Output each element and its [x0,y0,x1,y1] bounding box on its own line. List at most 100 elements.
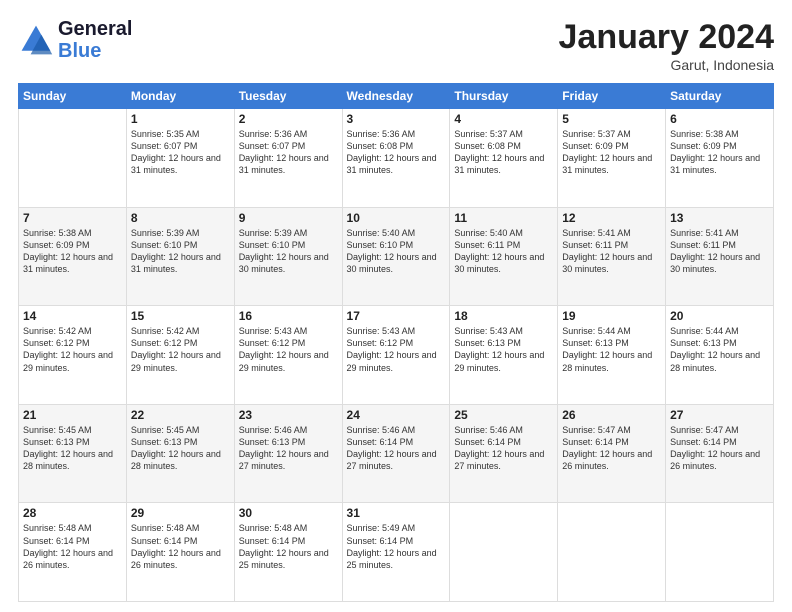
cell-info: Sunrise: 5:43 AMSunset: 6:12 PMDaylight:… [239,325,338,374]
calendar-cell [666,503,774,602]
calendar-header-row: Sunday Monday Tuesday Wednesday Thursday… [19,84,774,109]
cell-info: Sunrise: 5:38 AMSunset: 6:09 PMDaylight:… [670,128,769,177]
day-number: 31 [347,506,446,520]
day-number: 18 [454,309,553,323]
cell-info: Sunrise: 5:39 AMSunset: 6:10 PMDaylight:… [239,227,338,276]
logo: General Blue [18,18,132,62]
cell-info: Sunrise: 5:48 AMSunset: 6:14 PMDaylight:… [239,522,338,571]
cell-info: Sunrise: 5:42 AMSunset: 6:12 PMDaylight:… [23,325,122,374]
cell-info: Sunrise: 5:48 AMSunset: 6:14 PMDaylight:… [131,522,230,571]
calendar-cell: 18 Sunrise: 5:43 AMSunset: 6:13 PMDayligh… [450,306,558,405]
day-number: 20 [670,309,769,323]
calendar-week-row: 14 Sunrise: 5:42 AMSunset: 6:12 PMDayligh… [19,306,774,405]
day-number: 14 [23,309,122,323]
calendar-cell: 29 Sunrise: 5:48 AMSunset: 6:14 PMDayligh… [126,503,234,602]
cell-info: Sunrise: 5:37 AMSunset: 6:09 PMDaylight:… [562,128,661,177]
calendar-cell [558,503,666,602]
calendar-week-row: 1 Sunrise: 5:35 AMSunset: 6:07 PMDaylight… [19,109,774,208]
day-number: 7 [23,211,122,225]
calendar-cell: 31 Sunrise: 5:49 AMSunset: 6:14 PMDayligh… [342,503,450,602]
calendar-cell: 9Sunrise: 5:39 AMSunset: 6:10 PMDaylight… [234,207,342,306]
cell-info: Sunrise: 5:42 AMSunset: 6:12 PMDaylight:… [131,325,230,374]
calendar-cell: 3Sunrise: 5:36 AMSunset: 6:08 PMDaylight… [342,109,450,208]
calendar-cell: 15 Sunrise: 5:42 AMSunset: 6:12 PMDayligh… [126,306,234,405]
calendar-cell: 4Sunrise: 5:37 AMSunset: 6:08 PMDaylight… [450,109,558,208]
calendar-cell: 11Sunrise: 5:40 AMSunset: 6:11 PMDayligh… [450,207,558,306]
day-number: 30 [239,506,338,520]
cell-info: Sunrise: 5:41 AMSunset: 6:11 PMDaylight:… [562,227,661,276]
cell-info: Sunrise: 5:46 AMSunset: 6:13 PMDaylight:… [239,424,338,473]
cell-info: Sunrise: 5:44 AMSunset: 6:13 PMDaylight:… [670,325,769,374]
location-subtitle: Garut, Indonesia [559,57,775,73]
calendar-cell: 16 Sunrise: 5:43 AMSunset: 6:12 PMDayligh… [234,306,342,405]
calendar-cell: 12 Sunrise: 5:41 AMSunset: 6:11 PMDayligh… [558,207,666,306]
cell-info: Sunrise: 5:45 AMSunset: 6:13 PMDaylight:… [23,424,122,473]
day-number: 5 [562,112,661,126]
day-number: 29 [131,506,230,520]
day-number: 28 [23,506,122,520]
day-number: 6 [670,112,769,126]
calendar-week-row: 7 Sunrise: 5:38 AMSunset: 6:09 PMDaylight… [19,207,774,306]
calendar-table: Sunday Monday Tuesday Wednesday Thursday… [18,83,774,602]
calendar-cell: 26 Sunrise: 5:47 AMSunset: 6:14 PMDayligh… [558,404,666,503]
day-number: 27 [670,408,769,422]
calendar-cell: 5 Sunrise: 5:37 AMSunset: 6:09 PMDaylight… [558,109,666,208]
calendar-cell: 24Sunrise: 5:46 AMSunset: 6:14 PMDayligh… [342,404,450,503]
day-number: 17 [347,309,446,323]
calendar-cell [450,503,558,602]
calendar-week-row: 28 Sunrise: 5:48 AMSunset: 6:14 PMDayligh… [19,503,774,602]
calendar-cell: 25Sunrise: 5:46 AMSunset: 6:14 PMDayligh… [450,404,558,503]
day-number: 13 [670,211,769,225]
col-tuesday: Tuesday [234,84,342,109]
day-number: 21 [23,408,122,422]
col-wednesday: Wednesday [342,84,450,109]
col-monday: Monday [126,84,234,109]
calendar-cell: 10Sunrise: 5:40 AMSunset: 6:10 PMDayligh… [342,207,450,306]
cell-info: Sunrise: 5:48 AMSunset: 6:14 PMDaylight:… [23,522,122,571]
day-number: 11 [454,211,553,225]
col-friday: Friday [558,84,666,109]
cell-info: Sunrise: 5:36 AMSunset: 6:07 PMDaylight:… [239,128,338,177]
day-number: 12 [562,211,661,225]
day-number: 22 [131,408,230,422]
calendar-cell: 23Sunrise: 5:46 AMSunset: 6:13 PMDayligh… [234,404,342,503]
calendar-cell: 22 Sunrise: 5:45 AMSunset: 6:13 PMDayligh… [126,404,234,503]
calendar-cell: 28 Sunrise: 5:48 AMSunset: 6:14 PMDayligh… [19,503,127,602]
day-number: 1 [131,112,230,126]
col-saturday: Saturday [666,84,774,109]
day-number: 3 [347,112,446,126]
day-number: 8 [131,211,230,225]
day-number: 25 [454,408,553,422]
cell-info: Sunrise: 5:41 AMSunset: 6:11 PMDaylight:… [670,227,769,276]
cell-info: Sunrise: 5:45 AMSunset: 6:13 PMDaylight:… [131,424,230,473]
title-block: January 2024 Garut, Indonesia [559,18,775,73]
header: General Blue January 2024 Garut, Indones… [18,18,774,73]
day-number: 2 [239,112,338,126]
cell-info: Sunrise: 5:38 AMSunset: 6:09 PMDaylight:… [23,227,122,276]
cell-info: Sunrise: 5:35 AMSunset: 6:07 PMDaylight:… [131,128,230,177]
month-title: January 2024 [559,18,775,57]
calendar-cell: 13 Sunrise: 5:41 AMSunset: 6:11 PMDayligh… [666,207,774,306]
cell-info: Sunrise: 5:43 AMSunset: 6:13 PMDaylight:… [454,325,553,374]
cell-info: Sunrise: 5:43 AMSunset: 6:12 PMDaylight:… [347,325,446,374]
cell-info: Sunrise: 5:44 AMSunset: 6:13 PMDaylight:… [562,325,661,374]
cell-info: Sunrise: 5:40 AMSunset: 6:10 PMDaylight:… [347,227,446,276]
calendar-week-row: 21 Sunrise: 5:45 AMSunset: 6:13 PMDayligh… [19,404,774,503]
cell-info: Sunrise: 5:47 AMSunset: 6:14 PMDaylight:… [562,424,661,473]
day-number: 26 [562,408,661,422]
day-number: 19 [562,309,661,323]
cell-info: Sunrise: 5:37 AMSunset: 6:08 PMDaylight:… [454,128,553,177]
calendar-cell: 27 Sunrise: 5:47 AMSunset: 6:14 PMDayligh… [666,404,774,503]
cell-info: Sunrise: 5:49 AMSunset: 6:14 PMDaylight:… [347,522,446,571]
calendar-cell [19,109,127,208]
day-number: 15 [131,309,230,323]
day-number: 16 [239,309,338,323]
col-thursday: Thursday [450,84,558,109]
logo-blue: Blue [58,40,101,62]
cell-info: Sunrise: 5:47 AMSunset: 6:14 PMDaylight:… [670,424,769,473]
page: General Blue January 2024 Garut, Indones… [0,0,792,612]
cell-info: Sunrise: 5:46 AMSunset: 6:14 PMDaylight:… [347,424,446,473]
calendar-cell: 14 Sunrise: 5:42 AMSunset: 6:12 PMDayligh… [19,306,127,405]
col-sunday: Sunday [19,84,127,109]
logo-icon [18,22,54,58]
